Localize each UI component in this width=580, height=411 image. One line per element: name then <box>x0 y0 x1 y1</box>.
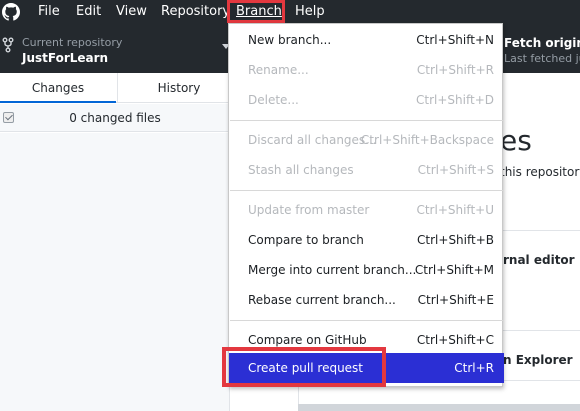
tab-changes[interactable]: Changes <box>0 73 116 103</box>
menu-item-new-branch[interactable]: New branch... Ctrl+Shift+N <box>229 28 504 52</box>
menu-item-label: Merge into current branch... <box>248 263 417 277</box>
menu-item-rename: Rename... Ctrl+Shift+R <box>229 58 504 82</box>
menu-item-delete: Delete... Ctrl+Shift+D <box>229 88 504 112</box>
menu-separator <box>230 320 503 321</box>
menu-item-label: New branch... <box>248 33 332 47</box>
branch-menu-highlight <box>227 0 285 23</box>
create-pull-request-highlight <box>222 347 386 387</box>
menu-item-update-from-master: Update from master Ctrl+Shift+U <box>229 198 504 222</box>
menu-item-label: Rename... <box>248 63 309 77</box>
github-icon[interactable] <box>2 3 20 21</box>
repo-fork-icon <box>2 37 14 53</box>
menu-item-label: Update from master <box>248 203 370 217</box>
menu-bar: File Edit View Repository Branch Help <box>0 0 580 23</box>
current-repository-caption: Current repository <box>22 36 123 49</box>
fetch-origin-button[interactable]: Fetch origin <box>504 36 580 50</box>
show-in-explorer-option[interactable]: n Explorer <box>503 353 573 367</box>
menu-view[interactable]: View <box>116 3 147 21</box>
branch-menu-dropdown: New branch... Ctrl+Shift+N Rename... Ctr… <box>228 23 504 387</box>
menu-item-shortcut: Ctrl+Shift+B <box>417 233 494 247</box>
menu-item-shortcut: Ctrl+Shift+E <box>417 293 494 307</box>
menu-file[interactable]: File <box>38 3 60 21</box>
menu-item-shortcut: Ctrl+Shift+U <box>416 203 494 217</box>
changes-list <box>0 133 230 411</box>
main-heading: es <box>500 124 532 157</box>
main-subtitle: this repository. <box>500 165 580 179</box>
menu-item-shortcut: Ctrl+Shift+Backspace <box>360 133 494 147</box>
menu-item-shortcut: Ctrl+Shift+C <box>416 333 494 347</box>
menu-item-discard-all-changes: Discard all changes... Ctrl+Shift+Backsp… <box>229 128 504 152</box>
sidebar-tabs: Changes History <box>0 73 230 103</box>
menu-item-shortcut: Ctrl+Shift+M <box>414 263 494 277</box>
main-divider <box>500 330 580 331</box>
menu-item-rebase-current-branch[interactable]: Rebase current branch... Ctrl+Shift+E <box>229 288 504 312</box>
menu-item-label: Delete... <box>248 93 299 107</box>
changed-files-count: 0 changed files <box>69 111 161 125</box>
menu-repository[interactable]: Repository <box>161 3 230 21</box>
menu-item-label: Stash all changes <box>248 163 354 177</box>
last-fetched-text: Last fetched just <box>504 52 580 65</box>
menu-item-compare-to-branch[interactable]: Compare to branch Ctrl+Shift+B <box>229 228 504 252</box>
menu-separator <box>230 120 503 121</box>
menu-item-shortcut: Ctrl+Shift+S <box>417 163 494 177</box>
tab-history[interactable]: History <box>117 73 240 103</box>
menu-item-label: Rebase current branch... <box>248 293 396 307</box>
menu-help[interactable]: Help <box>295 3 325 21</box>
menu-item-stash-all-changes: Stash all changes Ctrl+Shift+S <box>229 158 504 182</box>
changes-header-row: 0 changed files <box>0 104 230 132</box>
scrollbar[interactable] <box>298 404 580 411</box>
menu-item-label: Compare to branch <box>248 233 364 247</box>
menu-edit[interactable]: Edit <box>76 3 101 21</box>
menu-item-shortcut: Ctrl+Shift+R <box>416 63 494 77</box>
menu-item-label: Discard all changes... <box>248 133 377 147</box>
menu-item-label: Compare on GitHub <box>248 333 367 347</box>
menu-item-shortcut: Ctrl+Shift+D <box>416 93 494 107</box>
menu-item-merge-into-current-branch[interactable]: Merge into current branch... Ctrl+Shift+… <box>229 258 504 282</box>
main-divider <box>500 230 580 231</box>
menu-item-shortcut: Ctrl+R <box>454 361 494 375</box>
menu-item-shortcut: Ctrl+Shift+N <box>416 33 494 47</box>
current-repository-name[interactable]: JustForLearn <box>22 51 108 65</box>
open-external-editor-option[interactable]: rnal editor <box>503 253 575 267</box>
menu-separator <box>230 190 503 191</box>
